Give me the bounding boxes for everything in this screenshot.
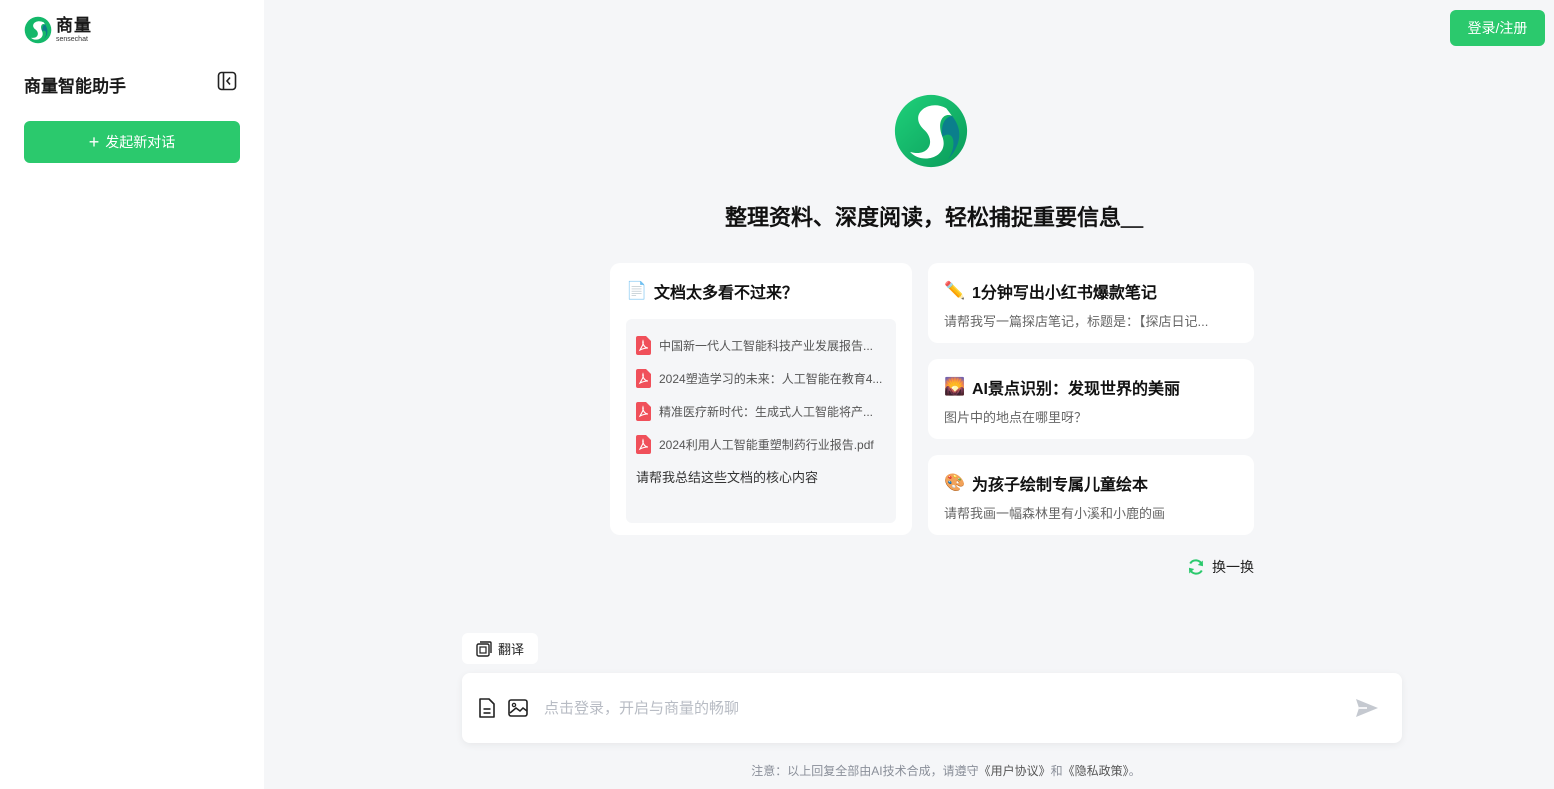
card-title: AI景点识别：发现世界的美丽 [972,381,1181,398]
sensechat-hero-logo-icon [894,94,968,168]
sunset-icon: 🌄 [944,377,966,396]
footer-disclaimer: 注意：以上回复全部由AI技术合成，请遵守《用户协议》和《隐私政策》。 [264,762,1554,779]
login-register-button[interactable]: 登录/注册 [1450,10,1545,46]
send-icon[interactable] [1354,695,1380,721]
refresh-suggestions-button[interactable]: 换一换 [1186,557,1254,577]
plus-icon: + [88,132,100,152]
docs-prompt: 请帮我总结这些文档的核心内容 [636,470,819,485]
document-item[interactable]: 2024塑造学习的未来：人工智能在教育4... [636,362,886,395]
docs-suggestion-card[interactable]: 📄 文档太多看不过来？ 中国新一代人工智能科技产业发展报告... 2024塑造学… [610,263,912,535]
refresh-label: 换一换 [1212,559,1254,575]
user-agreement-link[interactable]: 《用户协议》 [979,764,1051,778]
privacy-policy-link[interactable]: 《隐私政策》 [1063,764,1129,778]
note-suggestion-card[interactable]: ✏️ 1分钟写出小红书爆款笔记 请帮我写一篇探店笔记，标题是：【探店日记... [928,263,1254,343]
new-chat-label: 发起新对话 [105,134,176,150]
scenery-suggestion-card[interactable]: 🌄 AI景点识别：发现世界的美丽 图片中的地点在哪里呀？ [928,359,1254,439]
chat-input-bar [462,673,1402,743]
drawing-suggestion-card[interactable]: 🎨 为孩子绘制专属儿童绘本 请帮我画一幅森林里有小溪和小鹿的画 [928,455,1254,535]
translate-tool-button[interactable]: 翻译 [462,633,538,664]
file-upload-icon[interactable] [476,697,498,719]
image-upload-icon[interactable] [507,697,529,719]
card-description: 图片中的地点在哪里呀？ [944,410,1088,425]
translate-label: 翻译 [497,642,524,657]
card-title: 文档太多看不过来？ [654,285,799,302]
document-item[interactable]: 精准医疗新时代：生成式人工智能将产... [636,395,886,428]
document-name: 中国新一代人工智能科技产业发展报告... [659,339,874,353]
translate-icon [476,640,492,657]
card-title: 1分钟写出小红书爆款笔记 [972,285,1157,302]
document-list: 中国新一代人工智能科技产业发展报告... 2024塑造学习的未来：人工智能在教育… [626,319,896,523]
refresh-icon [1189,559,1203,575]
sensechat-logo-icon [24,16,52,44]
brand-name-cn: 商量 [56,16,92,35]
palette-icon: 🎨 [944,473,966,492]
document-name: 精准医疗新时代：生成式人工智能将产... [659,405,874,419]
pdf-icon [636,402,651,421]
document-item[interactable]: 中国新一代人工智能科技产业发展报告... [636,329,886,362]
assistant-title: 商量智能助手 [24,77,126,96]
pencil-icon: ✏️ [944,281,966,300]
pdf-icon [636,336,651,355]
footer-middle: 和 [1050,764,1063,778]
pdf-icon [636,369,651,388]
card-description: 请帮我画一幅森林里有小溪和小鹿的画 [944,506,1166,521]
document-item[interactable]: 2024利用人工智能重塑制药行业报告.pdf [636,428,886,461]
sidebar: 商量 sensechat 商量智能助手 + 发起新对话 [0,0,264,789]
document-icon: 📄 [626,281,648,300]
document-name: 2024塑造学习的未来：人工智能在教育4... [659,372,883,386]
document-name: 2024利用人工智能重塑制药行业报告.pdf [659,438,874,452]
chat-input[interactable] [544,693,1324,723]
card-title: 为孩子绘制专属儿童绘本 [972,477,1149,494]
new-chat-button[interactable]: + 发起新对话 [24,121,240,163]
footer-prefix: 注意：以上回复全部由AI技术合成，请遵守 [751,764,979,778]
brand-logo[interactable]: 商量 sensechat [24,16,92,44]
collapse-sidebar-icon[interactable] [217,71,237,91]
pdf-icon [636,435,651,454]
hero-title: 整理资料、深度阅读，轻松捕捉重要信息＿ [724,205,1143,230]
brand-name-en: sensechat [56,36,88,43]
footer-suffix: 。 [1128,764,1141,778]
card-description: 请帮我写一篇探店笔记，标题是：【探店日记... [944,314,1209,329]
